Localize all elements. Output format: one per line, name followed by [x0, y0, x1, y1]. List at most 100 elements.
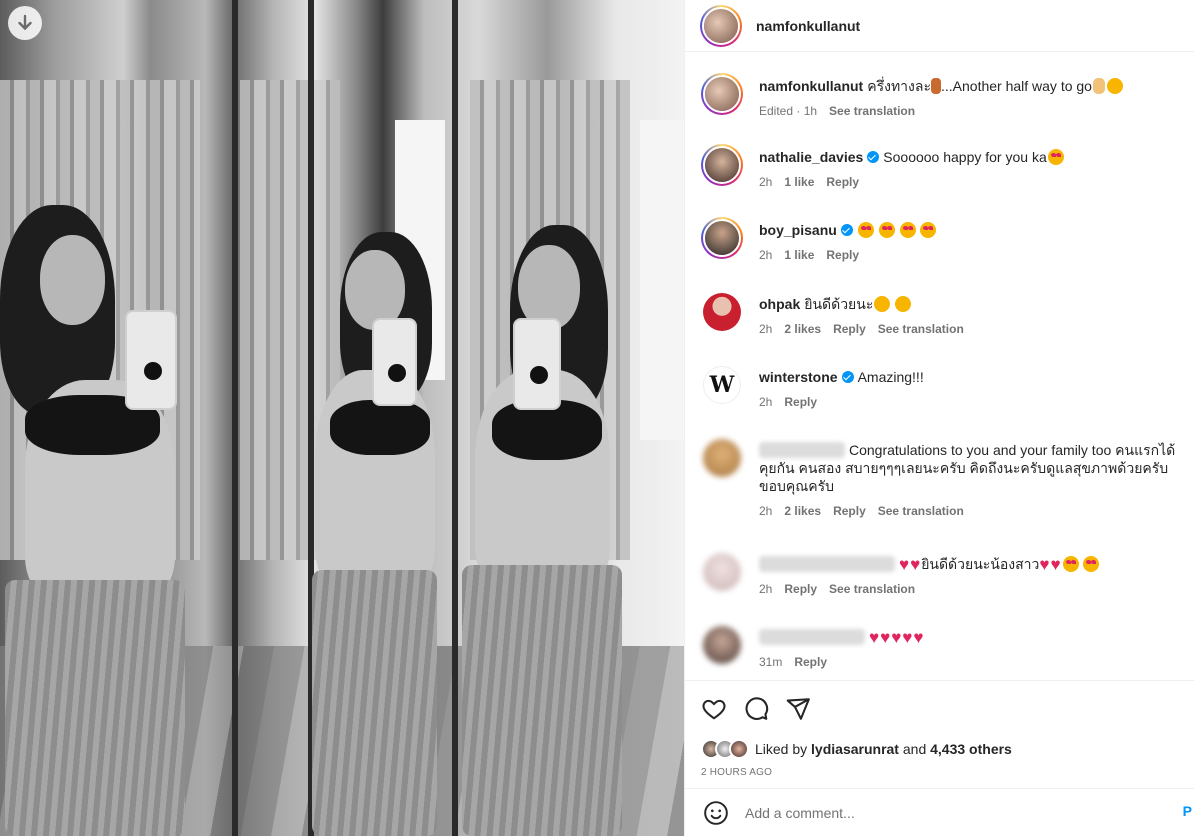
comment-item: ohpak ยินดีด้วยนะ 2h 2 likes Reply See trans… — [701, 291, 1194, 364]
commenter-avatar[interactable] — [703, 293, 741, 331]
comment-icon[interactable] — [743, 696, 769, 722]
commenter-avatar[interactable] — [703, 439, 741, 477]
reply-button[interactable]: Reply — [833, 504, 866, 518]
heart-emoji: ♥ — [910, 555, 921, 574]
comment-likes[interactable]: 1 like — [784, 248, 814, 262]
comment-time: 2h — [759, 322, 773, 336]
comment-time: 2h — [759, 582, 773, 596]
heart-eyes-emoji — [920, 222, 937, 238]
liked-by-and: and — [902, 741, 927, 757]
comment-likes[interactable]: 2 likes — [784, 322, 821, 336]
commenter-avatar[interactable]: W — [703, 366, 741, 404]
heart-emoji: ♥ — [1039, 555, 1050, 574]
winterstone-logo-icon: W — [709, 372, 735, 398]
see-translation-link[interactable]: See translation — [878, 322, 964, 336]
comment-composer: Add a comment... P — [685, 788, 1194, 836]
commenter-avatar[interactable] — [703, 626, 741, 664]
heart-emoji: ♥ — [913, 628, 924, 647]
see-translation-link[interactable]: See translation — [829, 104, 915, 118]
comment-time: 2h — [759, 395, 773, 409]
download-button[interactable] — [8, 6, 42, 40]
mirror-frame-3 — [452, 0, 458, 836]
reply-button[interactable]: Reply — [784, 582, 817, 596]
liked-by: Liked by lydiasarunrat and 4,433 others — [701, 739, 1178, 759]
post-side-panel: namfonkullanut namfonkullanut ครึ่งทางละ.… — [684, 0, 1194, 836]
comment-time: 2h — [759, 248, 773, 262]
window-light-right — [640, 120, 684, 440]
heart-eyes-emoji — [878, 222, 895, 238]
post-header: namfonkullanut — [685, 0, 1194, 52]
caption-edited: Edited · 1h — [759, 104, 818, 118]
comment-username[interactable]: boy_pisanu — [759, 222, 837, 238]
comment-text: Soooooo happy for you ka — [883, 149, 1047, 165]
post-photo[interactable] — [0, 0, 684, 836]
heart-eyes-emoji — [1062, 556, 1079, 572]
post-viewer: namfonkullanut namfonkullanut ครึ่งทางละ.… — [0, 0, 1194, 836]
kiss-emoji — [895, 296, 912, 312]
comments-list[interactable]: namfonkullanut ครึ่งทางละ ...Another half … — [685, 52, 1194, 680]
heart-emoji: ♥ — [880, 628, 891, 647]
heart-icon[interactable] — [701, 696, 727, 722]
heart-emoji: ♥ — [869, 628, 880, 647]
smiley-icon[interactable] — [703, 800, 729, 826]
hand-emoji — [1092, 78, 1105, 94]
author-username[interactable]: namfonkullanut — [756, 18, 860, 34]
comment-item: nathalie_davies Soooooo happy for you ka … — [701, 144, 1194, 217]
blurred-username[interactable] — [759, 556, 895, 572]
comment-time: 31m — [759, 655, 783, 669]
commenter-avatar[interactable] — [705, 221, 739, 255]
comment-item: Congratulations to you and your family t… — [701, 437, 1194, 551]
author-avatar — [704, 8, 738, 43]
comment-text: ยินดีด้วยนะ — [804, 296, 874, 312]
commenter-avatar[interactable] — [705, 148, 739, 182]
comment-likes[interactable]: 2 likes — [784, 504, 821, 518]
heart-eyes-emoji — [899, 222, 916, 238]
verified-badge-icon — [841, 371, 854, 383]
heart-emoji: ♥ — [891, 628, 902, 647]
comment-username[interactable]: namfonkullanut — [759, 78, 863, 94]
see-translation-link[interactable]: See translation — [829, 582, 915, 596]
author-avatar[interactable] — [705, 77, 739, 111]
story-ring[interactable] — [700, 4, 742, 47]
verified-badge-icon — [840, 224, 853, 236]
liker-avatars[interactable] — [701, 739, 749, 759]
comment-time: 2h — [759, 504, 773, 518]
liked-by-others[interactable]: 4,433 others — [930, 741, 1012, 757]
reply-button[interactable]: Reply — [794, 655, 827, 669]
comment-input[interactable]: Add a comment... — [745, 805, 855, 821]
comment-time: 2h — [759, 175, 773, 189]
comment-item: ♥♥ยินดีด้วยนะน้องสาว♥♥ 2h Reply See transl… — [701, 551, 1194, 624]
liked-by-prefix: Liked by — [755, 741, 808, 757]
kiss-emoji — [874, 296, 891, 312]
reply-button[interactable]: Reply — [833, 322, 866, 336]
see-translation-link[interactable]: See translation — [878, 504, 964, 518]
caption: namfonkullanut ครึ่งทางละ ...Another half … — [701, 73, 1194, 144]
post-button[interactable]: P — [1183, 803, 1192, 819]
comment-username[interactable]: nathalie_davies — [759, 149, 863, 165]
heart-emoji: ♥ — [1050, 555, 1061, 574]
heart-emoji: ♥ — [902, 628, 913, 647]
reply-button[interactable]: Reply — [826, 248, 859, 262]
send-icon[interactable] — [785, 696, 811, 722]
comment-username[interactable]: winterstone — [759, 369, 838, 385]
heart-eyes-emoji — [1047, 149, 1064, 165]
post-timestamp[interactable]: 2 HOURS AGO — [701, 767, 1178, 778]
comment-likes[interactable]: 1 like — [784, 175, 814, 189]
comment-item: boy_pisanu 2h 1 like Reply — [701, 217, 1194, 291]
comment-username[interactable]: ohpak — [759, 296, 800, 312]
caption-text: ครึ่งทางละ — [867, 78, 931, 94]
blurred-username[interactable] — [759, 629, 865, 645]
commenter-avatar[interactable] — [703, 553, 741, 591]
comment-text: ยินดีด้วยนะน้องสาว — [921, 556, 1040, 572]
blurred-username[interactable] — [759, 442, 845, 458]
liked-by-user[interactable]: lydiasarunrat — [811, 741, 899, 757]
reply-button[interactable]: Reply — [826, 175, 859, 189]
pregnant-emoji — [930, 78, 941, 94]
comment-item: W winterstone Amazing!!! 2h Reply — [701, 364, 1194, 437]
reply-button[interactable]: Reply — [784, 395, 817, 409]
comment-text: Amazing!!! — [857, 369, 924, 385]
heart-emoji: ♥ — [899, 555, 910, 574]
heart-eyes-emoji — [1083, 556, 1100, 572]
comment-item: ♥♥♥♥♥ 31m Reply — [701, 624, 1194, 680]
heart-eyes-emoji — [857, 222, 874, 238]
